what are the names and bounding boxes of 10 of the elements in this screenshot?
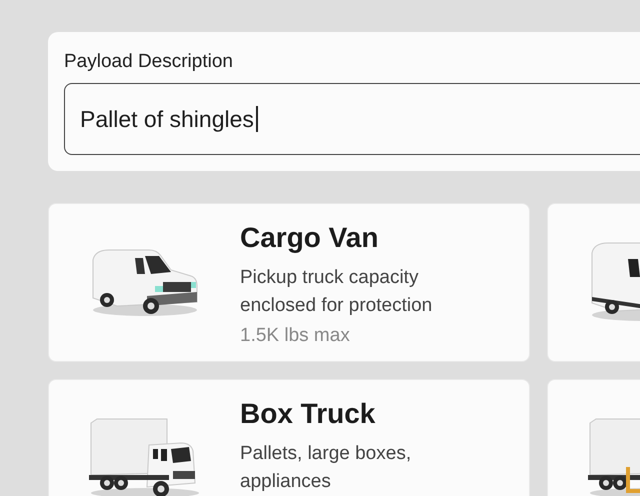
capacity-text: 1.5K lbs max: [240, 325, 351, 347]
vehicle-description: Pallets, large boxes, appliances: [240, 442, 412, 494]
vehicle-card[interactable]: Cargo Van Pickup truck capacity enclosed for protection 1.5K lbs max: [48, 203, 530, 362]
vehicle-card[interactable]: Box Truck Pallets, large boxes, appliances: [48, 379, 530, 496]
input-field[interactable]: Pallet of shingles: [64, 83, 640, 155]
vehicle-title: Box Truck: [240, 398, 376, 430]
field-label: Payload Description: [64, 51, 234, 73]
text-cursor: [256, 106, 258, 132]
vehicle-title: Cargo Van: [240, 222, 380, 254]
vehicle-description: Pickup truck capacity enclosed for protection: [240, 266, 434, 318]
